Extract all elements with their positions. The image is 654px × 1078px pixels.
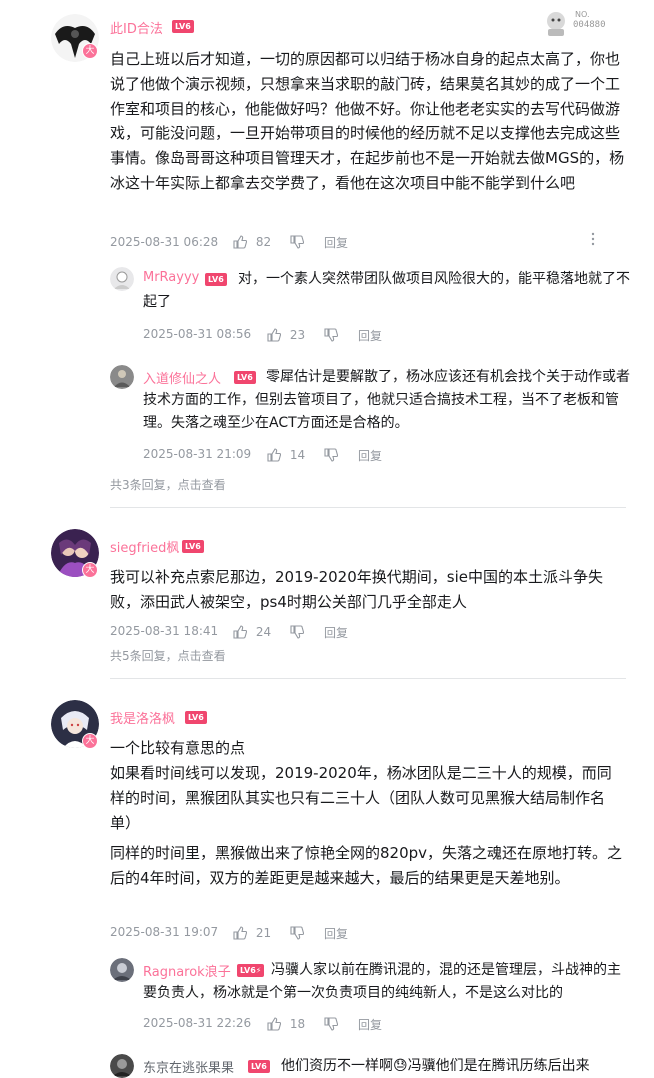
like-count: 23 [289,327,306,342]
comment-time: 2025-08-31 19:07 [110,925,219,939]
comment-text: 自己上班以后才知道，一切的原因都可以归结于杨冰自身的起点太高了，你也说了他做个演… [110,50,625,192]
comment-text: 我可以补充点索尼那边，2019-2020年换代期间，sie中国的本土派斗争失败，… [110,568,603,611]
comment-username[interactable]: siegfried枫 [110,537,179,556]
reply-button[interactable]: 回复 [358,1016,382,1033]
comment-time: 2025-08-31 18:41 [110,624,219,638]
thumb-down-icon [324,447,338,462]
divider [110,507,626,508]
dislike-button[interactable] [324,447,338,462]
reply-text: 冯骥人家以前在腾讯混的，混的还是管理层，斗战神的主要负责人，杨冰就是个第一次负责… [143,962,621,1001]
like-button[interactable]: 82 [233,234,271,249]
like-count: 24 [255,624,272,639]
thumb-down-icon [290,925,304,940]
view-more-replies[interactable]: 共5条回复，点击查看 [110,647,226,664]
level-badge: LV6 [172,20,194,33]
reply-button[interactable]: 回复 [324,624,348,641]
reply-time: 2025-08-31 22:26 [143,1016,252,1030]
thumb-down-icon [290,234,304,249]
reply-time: 2025-08-31 08:56 [143,327,252,341]
fan-badge-no: NO. [575,10,590,19]
like-count: 18 [289,1016,306,1031]
reply-avatar[interactable] [110,365,134,389]
like-count: 82 [255,234,272,249]
more-options-icon[interactable] [590,232,596,249]
reply-avatar[interactable] [110,1054,134,1078]
thumb-down-icon [324,327,338,342]
like-button[interactable]: 14 [267,447,305,462]
thumb-up-icon [267,447,281,462]
like-button[interactable]: 18 [267,1016,305,1031]
reply-username[interactable]: 东京在逃张果果 [143,1057,234,1076]
big-member-badge: 大 [82,562,98,578]
dislike-button[interactable] [290,624,304,639]
comment-time: 2025-08-31 06:28 [110,234,219,249]
thumb-up-icon [233,624,247,639]
reply-button[interactable]: 回复 [324,234,348,251]
reply-button[interactable]: 回复 [324,925,348,942]
thumb-up-icon [267,327,281,342]
level-badge: LV6 [248,1060,270,1073]
level-badge: LV6 [185,711,207,724]
big-member-badge: 大 [82,43,98,59]
like-button[interactable]: 24 [233,624,271,639]
level-badge: LV6 [182,540,204,553]
comment-meta: 2025-08-31 06:28 [110,234,218,249]
comment-text-line: 一个比较有意思的点 [110,739,246,757]
like-count: 21 [255,925,272,940]
fan-badge-number: 004880 [573,20,606,30]
fan-badge-icon [547,12,565,36]
dislike-button[interactable] [324,327,338,342]
thumb-up-icon [233,925,247,940]
thumb-up-icon [267,1016,281,1031]
fan-badge: NO. 004880 [541,8,621,38]
thumb-down-icon [290,624,304,639]
reply-button[interactable]: 回复 [358,327,382,344]
reply-text: 对，一个素人突然带团队做项目风险很大的，能平稳落地就了不起了 [143,271,630,310]
comment-username[interactable]: 此ID合法 [110,18,163,37]
like-count: 14 [289,447,306,462]
reply-text: 零犀估计是要解散了，杨冰应该还有机会找个关于动作或者技术方面的工作，但别去管项目… [143,369,630,431]
reply-time: 2025-08-31 21:09 [143,447,252,461]
view-more-replies[interactable]: 共3条回复，点击查看 [110,476,226,493]
reply-button[interactable]: 回复 [358,447,382,464]
dislike-button[interactable] [290,234,304,249]
big-member-badge: 大 [82,733,98,749]
like-button[interactable]: 21 [233,925,271,940]
reply-text: 他们资历不一样啊😓冯骥他们是在腾讯历练后出来 [281,1058,590,1074]
reply-avatar[interactable] [110,958,134,982]
like-button[interactable]: 23 [267,327,305,342]
dislike-button[interactable] [290,925,304,940]
comment-username[interactable]: 我是洛洛枫 [110,708,175,727]
thumb-up-icon [233,234,247,249]
comment-text-line: 同样的时间里，黑猴做出来了惊艳全网的820pv，失落之魂还在原地打转。之后的4年… [110,844,623,887]
comment-text-line: 如果看时间线可以发现，2019-2020年，杨冰团队是二三十人的规模，而同样的时… [110,764,612,832]
dislike-button[interactable] [324,1016,338,1031]
divider [110,678,626,679]
thumb-down-icon [324,1016,338,1031]
reply-avatar[interactable] [110,267,134,291]
